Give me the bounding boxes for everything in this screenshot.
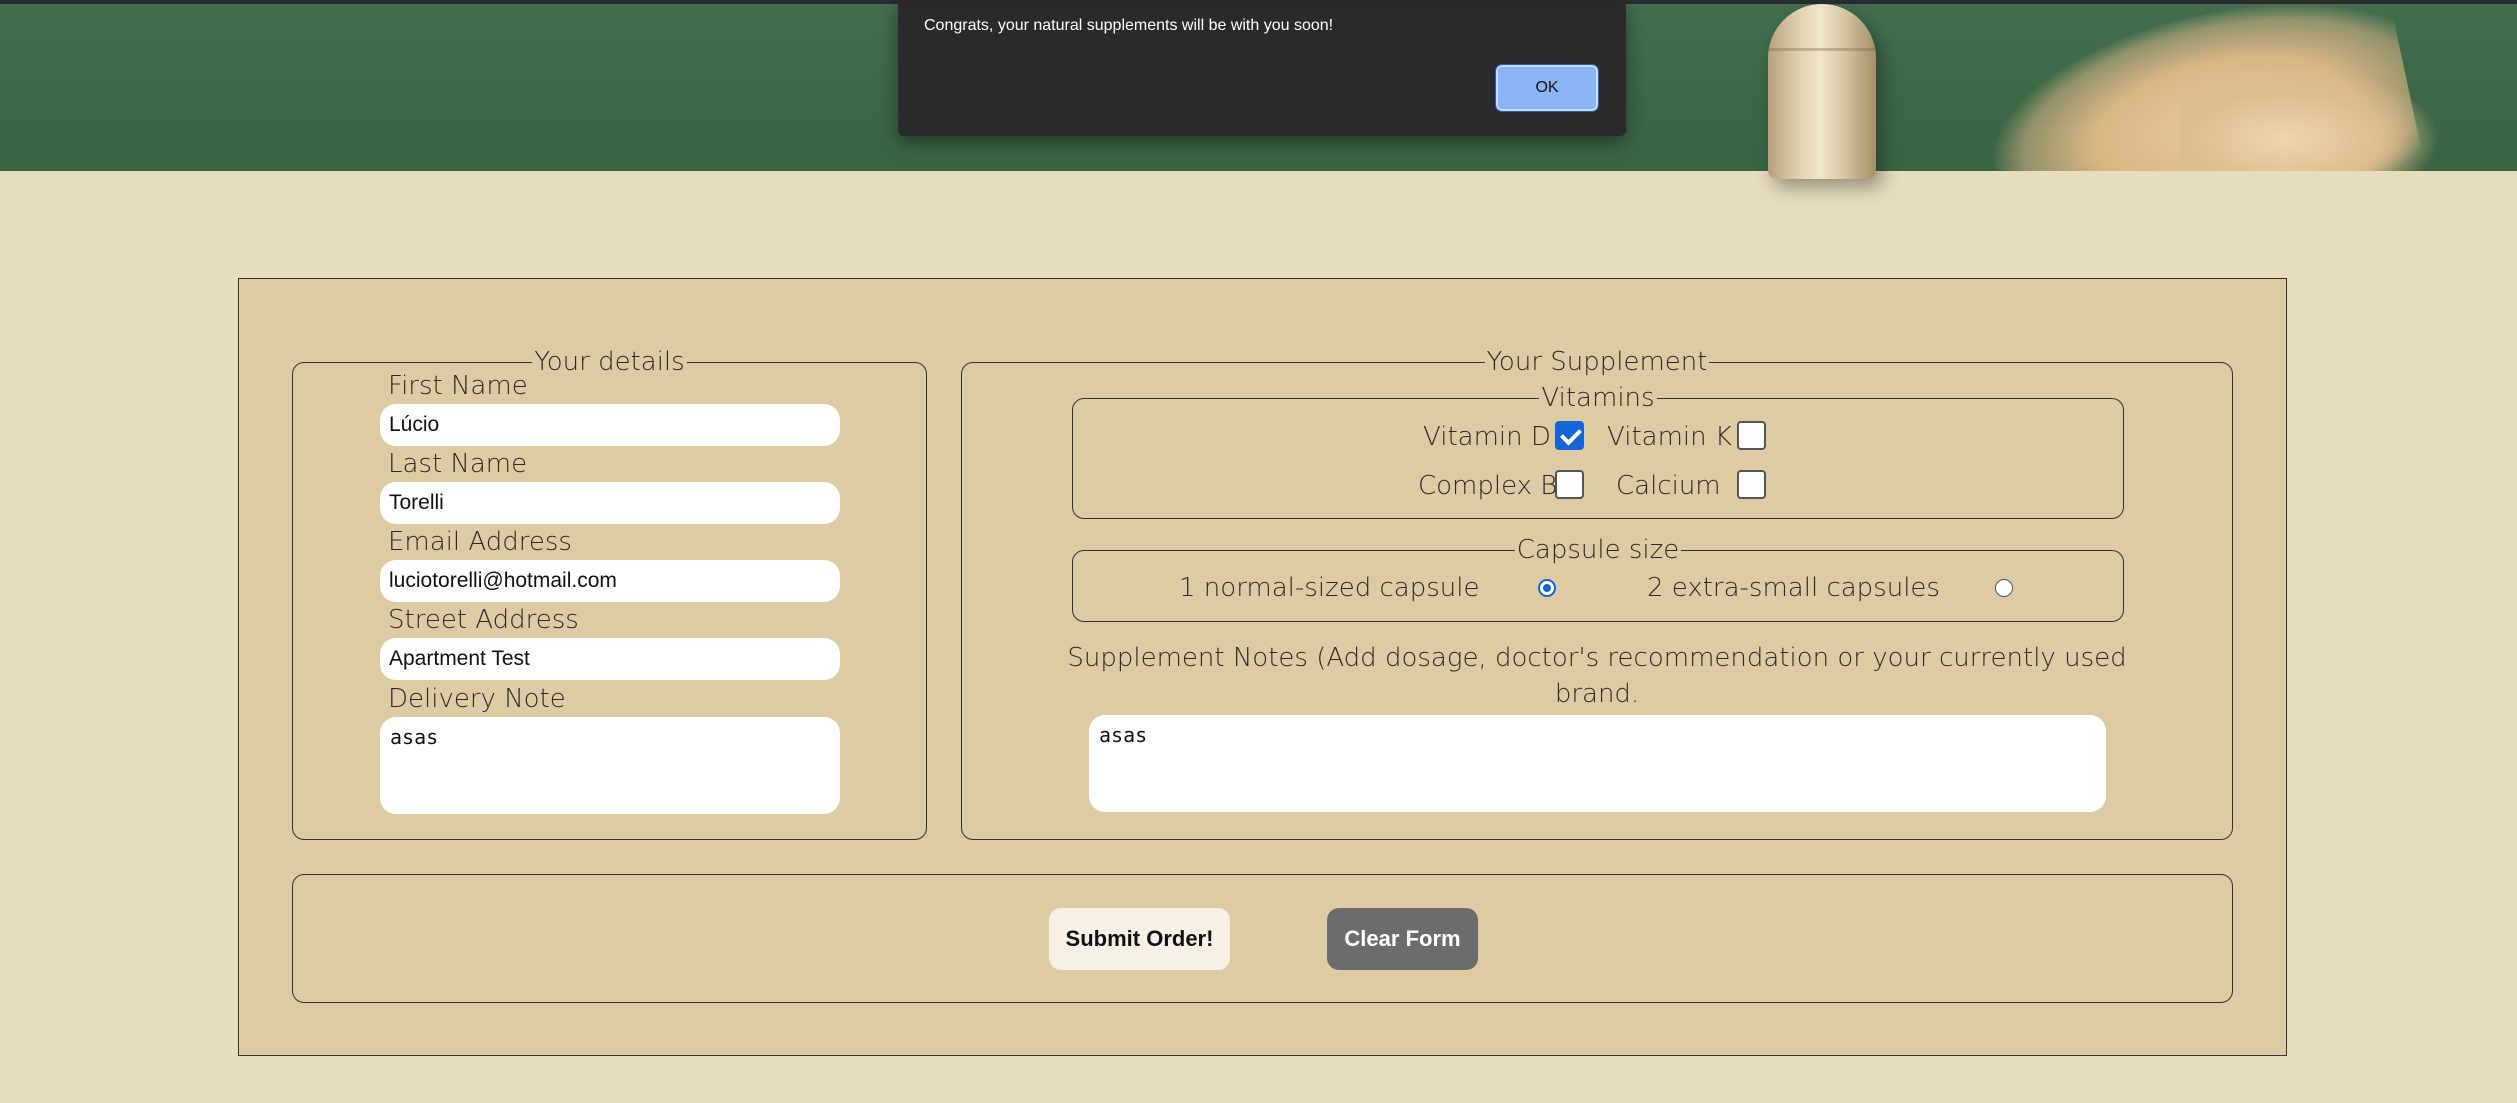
complex-b-checkbox[interactable] (1555, 470, 1584, 499)
submit-order-button[interactable]: Submit Order! (1049, 908, 1230, 970)
capsule-size-legend: Capsule size (1516, 535, 1680, 565)
supplement-notes-label-line2: brand. (1554, 679, 1640, 709)
alert-message: Congrats, your natural supplements will … (924, 17, 1334, 34)
capsule-image (1768, 4, 1876, 179)
alert-dialog: Congrats, your natural supplements will … (898, 2, 1626, 136)
capsule-normal-label: 1 normal-sized capsule (1179, 573, 1480, 603)
supplement-notes-textarea[interactable]: asas (1089, 715, 2106, 812)
capsule-small-label: 2 extra-small capsules (1647, 573, 1940, 603)
calcium-label: Calcium (1616, 471, 1721, 501)
order-form: Your details First Name Lúcio Last Name … (238, 278, 2287, 1056)
last-name-input[interactable]: Torelli (380, 482, 840, 524)
capsule-small-radio[interactable] (1995, 579, 2013, 597)
details-legend: Your details (534, 347, 685, 377)
supplement-legend: Your Supplement (1486, 347, 1708, 377)
alert-ok-button[interactable]: OK (1495, 64, 1599, 112)
street-input[interactable]: Apartment Test (380, 638, 840, 680)
vitamins-fieldset: Vitamins (1072, 385, 2124, 519)
email-label: Email Address (388, 527, 572, 557)
vitamin-k-label: Vitamin K (1607, 422, 1732, 452)
email-input[interactable]: luciotorelli@hotmail.com (380, 560, 840, 602)
calcium-checkbox[interactable] (1737, 470, 1766, 499)
vitamin-d-checkbox[interactable] (1555, 421, 1584, 450)
powder-pile-image-2 (2180, 64, 2440, 171)
first-name-label: First Name (388, 371, 528, 401)
delivery-note-label: Delivery Note (388, 684, 566, 714)
actions-fieldset (292, 874, 2233, 1003)
street-label: Street Address (388, 605, 579, 635)
capsule-normal-radio[interactable] (1538, 579, 1556, 597)
clear-form-button[interactable]: Clear Form (1327, 908, 1478, 970)
last-name-label: Last Name (388, 449, 528, 479)
supplement-notes-label: Supplement Notes (Add dosage, doctor's r… (1067, 643, 2127, 673)
complex-b-label: Complex B (1418, 471, 1558, 501)
vitamin-k-checkbox[interactable] (1737, 421, 1766, 450)
first-name-input[interactable]: Lúcio (380, 404, 840, 446)
vitamins-legend: Vitamins (1541, 383, 1655, 413)
delivery-note-textarea[interactable]: asas (380, 717, 840, 814)
vitamin-d-label: Vitamin D (1423, 422, 1551, 452)
